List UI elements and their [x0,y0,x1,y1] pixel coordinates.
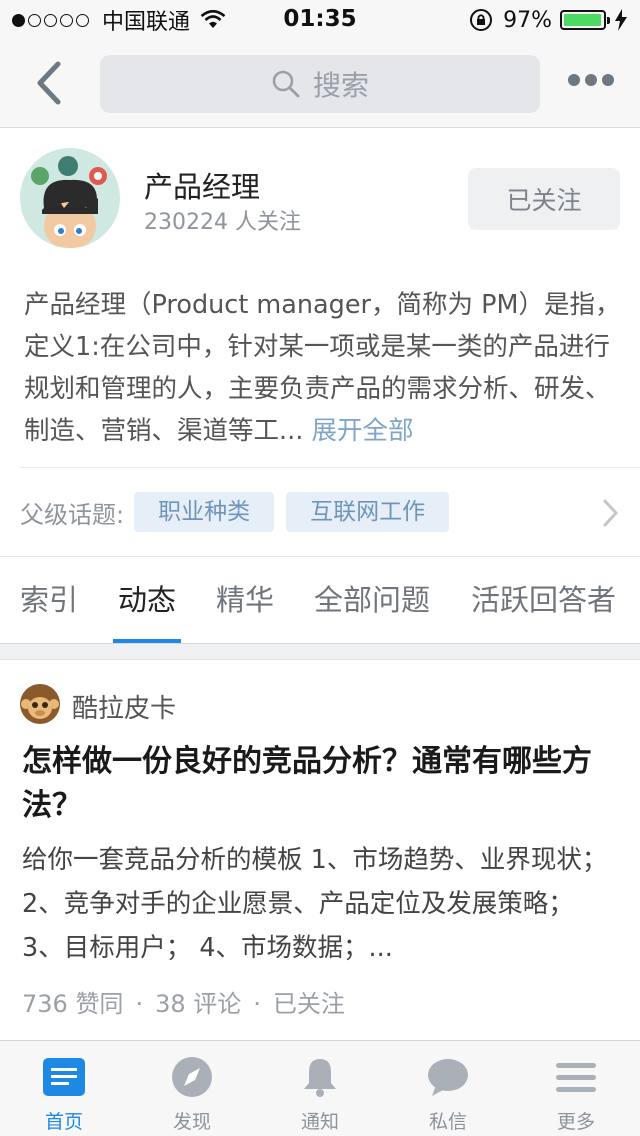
chat-bubble-icon [428,1059,468,1096]
answer-meta: 736 赞同 · 38 评论 · 已关注 [22,990,345,1018]
search-input[interactable]: 搜索 [100,55,540,113]
tab-active-answerers[interactable]: 活跃回答者 [471,557,616,644]
topic-title: 产品经理 [144,170,261,204]
tabbar-more[interactable]: 更多 [512,1041,640,1136]
parent-topic-tag[interactable]: 互联网工作 [286,492,450,532]
rotation-lock-icon [470,9,493,31]
tabbar-label: 首页 [44,1111,83,1133]
topic-follower-count: 230224 人关注 [144,210,301,235]
topic-header: 产品经理 230224 人关注 已关注 产品经理（Product manager… [0,128,640,468]
battery-fill [564,14,601,26]
charging-bolt-icon [615,9,627,31]
battery-percent: 97% [503,7,552,33]
tab-activity[interactable]: 动态 [118,557,176,644]
topic-avatar [20,148,120,248]
bell-icon [304,1059,336,1097]
tabbar-messages[interactable]: 私信 [384,1041,512,1136]
more-options-button[interactable] [563,74,614,86]
like-count: 736 赞同 [22,990,124,1018]
follow-button[interactable]: 已关注 [468,168,620,230]
comment-count[interactable]: 38 评论 [155,990,241,1018]
search-placeholder: 搜索 [312,69,369,102]
answer-excerpt[interactable]: 给你一套竞品分析的模板 1、市场趋势、业界现状； 2、竞争对手的企业愿景、产品定… [22,838,622,970]
author-name[interactable]: 酷拉皮卡 [72,688,176,725]
feed-card[interactable]: 酷拉皮卡 怎样做一份良好的竞品分析？通常有哪些方法？ 给你一套竞品分析的模板 1… [0,660,640,1040]
parent-topic-tag[interactable]: 职业种类 [134,492,275,532]
section-gap [0,644,640,660]
tabbar-label: 私信 [428,1111,467,1133]
tab-index[interactable]: 索引 [20,557,78,644]
tabbar-discover[interactable]: 发现 [128,1041,256,1136]
tab-all-questions[interactable]: 全部问题 [314,557,430,644]
active-tab-indicator [113,639,181,643]
tabbar-label: 更多 [556,1111,595,1133]
topic-description: 产品经理（Product manager，简称为 PM）是指，定义1:在公司中，… [24,284,624,452]
status-right: 97% [469,6,628,34]
tabbar-label: 通知 [300,1111,339,1133]
bottom-tab-bar: 首页 发现 通知 私信 更多 [0,1040,640,1136]
tabbar-home[interactable]: 首页 [0,1041,128,1136]
tabbar-label: 发现 [172,1111,211,1133]
parent-topics-row: 父级话题: 职业种类 互联网工作 [0,468,640,556]
home-icon [43,1058,85,1096]
chevron-left-icon [37,61,61,105]
compass-icon [172,1057,212,1097]
author-avatar[interactable] [20,684,60,724]
nav-bar: 搜索 [0,40,640,128]
chevron-right-icon[interactable] [600,498,620,528]
status-bar: 中国联通 01:35 97% [0,0,640,40]
parent-topics-label: 父级话题: [20,500,125,529]
back-button[interactable] [30,58,70,108]
menu-icon [556,1063,596,1092]
search-icon [272,70,300,98]
topic-tabs: 索引 动态 精华 全部问题 活跃回答者 [0,556,640,644]
follow-status: 已关注 [272,990,345,1018]
battery-icon [560,10,610,30]
expand-all-link[interactable]: 展开全部 [311,416,413,446]
question-title[interactable]: 怎样做一份良好的竞品分析？通常有哪些方法？ [22,740,622,828]
tabbar-notifications[interactable]: 通知 [256,1041,384,1136]
tab-featured[interactable]: 精华 [216,557,274,644]
